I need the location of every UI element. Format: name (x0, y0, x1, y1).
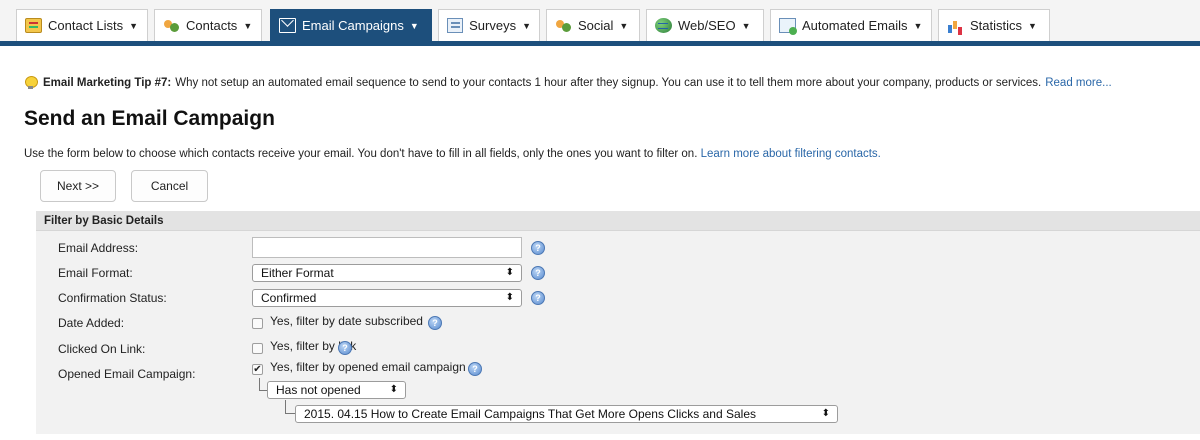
open-state-value: Has not opened (276, 383, 361, 397)
chevron-down-icon: ▼ (913, 20, 923, 31)
clicked-link-checkbox[interactable] (252, 343, 263, 354)
contacts-icon (163, 18, 180, 33)
confirmation-status-label: Confirmation Status: (58, 291, 167, 305)
help-icon[interactable]: ? (531, 266, 545, 280)
help-icon[interactable]: ? (531, 241, 545, 255)
email-format-value: Either Format (261, 266, 334, 280)
automated-mail-icon (779, 18, 797, 35)
help-icon[interactable]: ? (468, 362, 482, 376)
mail-icon (279, 18, 296, 33)
tab-label: Statistics (970, 18, 1023, 33)
date-added-checkbox[interactable] (252, 318, 263, 329)
email-address-input[interactable] (252, 237, 522, 258)
chevron-down-icon: ▼ (522, 20, 531, 31)
tab-statistics[interactable]: Statistics ▼ (938, 9, 1050, 41)
chevron-down-icon: ▼ (409, 20, 419, 31)
tip-text: Why not setup an automated email sequenc… (175, 77, 1042, 89)
filtering-help-link[interactable]: Learn more about filtering contacts. (701, 148, 881, 160)
tab-label: Email Campaigns (302, 18, 404, 33)
email-address-label: Email Address: (58, 241, 139, 255)
campaign-select[interactable]: 2015. 04.15 How to Create Email Campaign… (295, 405, 838, 423)
tab-email-campaigns[interactable]: Email Campaigns ▼ (270, 9, 432, 41)
form-icon (447, 18, 464, 33)
page-title: Send an Email Campaign (24, 107, 275, 130)
tab-contacts[interactable]: Contacts ▼ (154, 9, 262, 41)
chevron-down-icon: ▼ (129, 20, 139, 31)
tab-label: Social (578, 18, 614, 33)
page-description: Use the form below to choose which conta… (24, 148, 881, 160)
opened-campaign-label: Opened Email Campaign: (58, 367, 196, 381)
tab-label: Automated Emails (802, 18, 908, 33)
open-state-select[interactable]: Has not opened ⬍ (267, 381, 406, 399)
globe-icon (655, 18, 672, 33)
chevron-down-icon: ▼ (619, 20, 629, 31)
bar-chart-icon (947, 18, 964, 33)
read-more-link[interactable]: Read more... (1045, 77, 1111, 89)
notebook-icon (25, 18, 42, 33)
opened-campaign-checkbox[interactable]: ✔ (252, 364, 263, 375)
tip-title: Email Marketing Tip #7: (43, 77, 172, 89)
tree-connector (259, 390, 267, 391)
chevron-down-icon: ▼ (741, 20, 751, 31)
marketing-tip: Email Marketing Tip #7: Why not setup an… (24, 74, 1194, 92)
help-icon[interactable]: ? (338, 341, 352, 355)
select-arrows-icon: ⬍ (389, 384, 398, 395)
tab-label: Surveys (469, 18, 517, 33)
help-icon[interactable]: ? (428, 316, 442, 330)
date-added-label: Date Added: (58, 316, 125, 330)
tab-social[interactable]: Social ▼ (546, 9, 640, 41)
next-button[interactable]: Next >> (40, 170, 116, 202)
tab-contact-lists[interactable]: Contact Lists ▼ (16, 9, 148, 41)
description-text: Use the form below to choose which conta… (24, 148, 698, 160)
opened-campaign-checkbox-label: Yes, filter by opened email campaign (270, 360, 466, 374)
tab-surveys[interactable]: Surveys ▼ (438, 9, 540, 41)
lightbulb-icon (24, 76, 38, 90)
select-arrows-icon: ⬍ (505, 267, 514, 278)
cancel-button[interactable]: Cancel (131, 170, 208, 202)
clicked-link-label: Clicked On Link: (58, 342, 146, 356)
select-arrows-icon: ⬍ (821, 408, 830, 419)
date-added-checkbox-label: Yes, filter by date subscribed (270, 314, 423, 328)
filter-section-title: Filter by Basic Details (36, 211, 1200, 231)
help-icon[interactable]: ? (531, 291, 545, 305)
chevron-down-icon: ▼ (243, 20, 253, 31)
campaign-value: 2015. 04.15 How to Create Email Campaign… (304, 407, 757, 421)
tab-label: Web/SEO (678, 18, 736, 33)
tree-connector (259, 378, 260, 390)
tree-connector (285, 413, 295, 414)
email-format-label: Email Format: (58, 266, 133, 280)
social-icon (555, 18, 572, 33)
filter-panel (36, 211, 1200, 434)
select-arrows-icon: ⬍ (505, 292, 514, 303)
tree-connector (285, 400, 286, 413)
tab-automated-emails[interactable]: Automated Emails ▼ (770, 9, 932, 41)
confirmation-status-value: Confirmed (261, 291, 317, 305)
email-format-select[interactable]: Either Format ⬍ (252, 264, 522, 282)
top-navigation: Contact Lists ▼ Contacts ▼ Email Campaig… (0, 0, 1200, 46)
chevron-down-icon: ▼ (1028, 20, 1037, 31)
confirmation-status-select[interactable]: Confirmed ⬍ (252, 289, 522, 307)
tab-web-seo[interactable]: Web/SEO ▼ (646, 9, 764, 41)
tab-label: Contacts (186, 18, 238, 33)
tab-label: Contact Lists (48, 18, 124, 33)
